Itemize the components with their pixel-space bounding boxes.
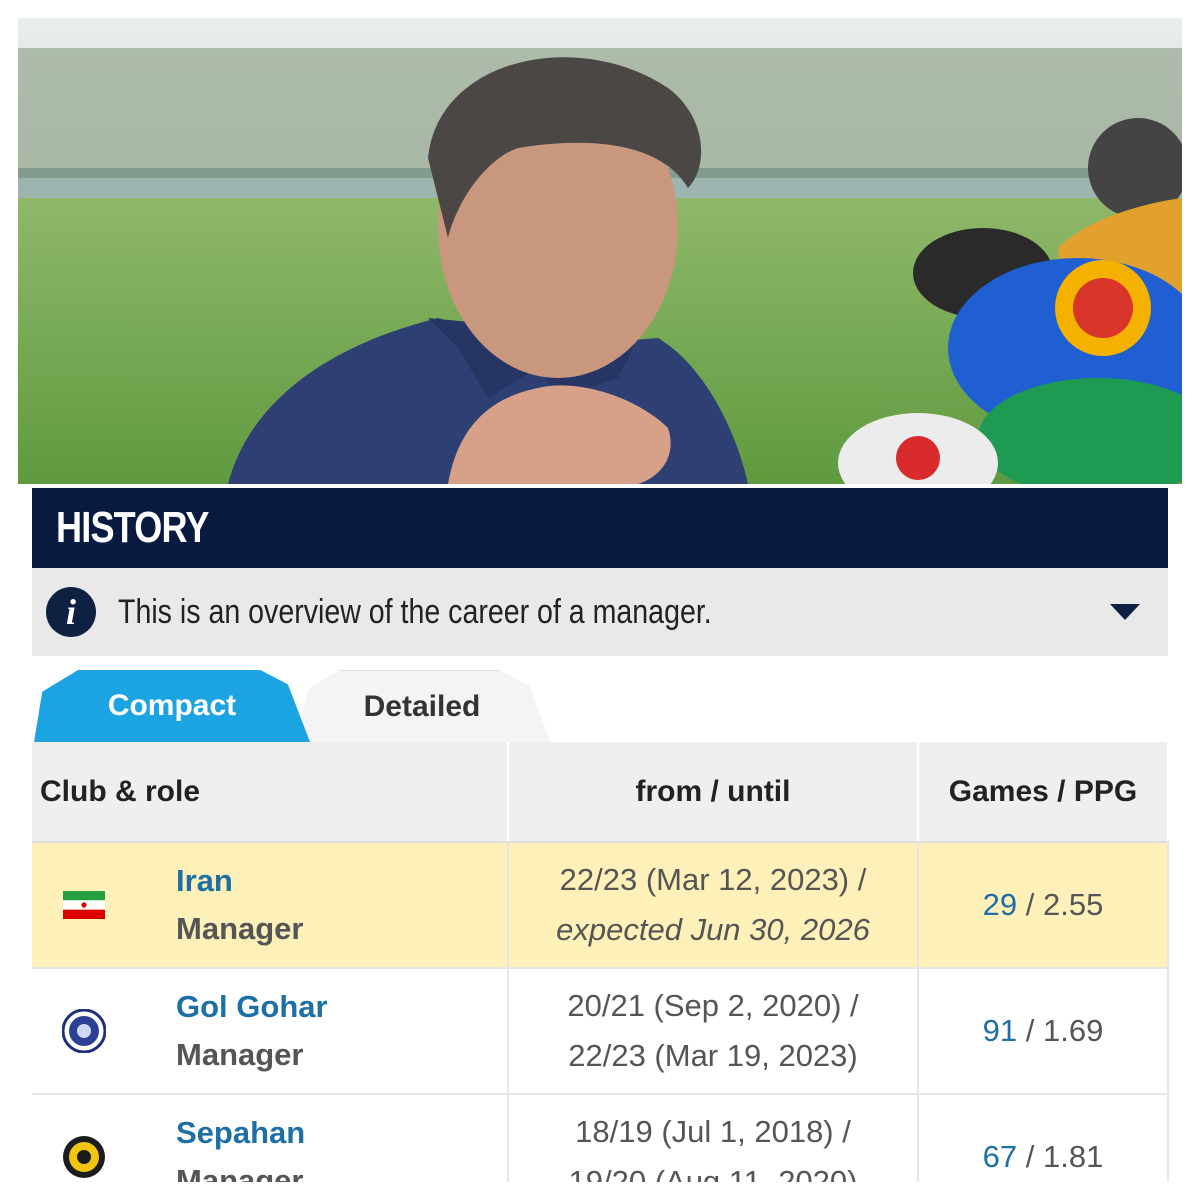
manager-photo bbox=[18, 18, 1182, 484]
dates-cell: 20/21 (Sep 2, 2020) / 22/23 (Mar 19, 202… bbox=[508, 968, 919, 1095]
view-tabs: Detailed Compact bbox=[32, 656, 1168, 742]
column-header-club-role[interactable]: Club & role bbox=[32, 742, 509, 843]
table-row: Iran Manager 22/23 (Mar 12, 2023) / expe… bbox=[32, 842, 1169, 969]
table-row: Sepahan Manager 18/19 (Jul 1, 2018) / 19… bbox=[32, 1094, 1169, 1182]
club-role: Manager bbox=[176, 1037, 304, 1072]
ppg-value: / 1.69 bbox=[1025, 1013, 1104, 1048]
chevron-down-icon[interactable] bbox=[1110, 604, 1140, 620]
date-until: expected Jun 30, 2026 bbox=[556, 912, 870, 947]
sepahan-crest-icon[interactable] bbox=[62, 1135, 106, 1179]
career-table: Club & role from / until Games / PPG Ira… bbox=[32, 742, 1169, 1182]
games-cell: 29 / 2.55 bbox=[918, 842, 1169, 969]
club-role-cell: Gol Gohar Manager bbox=[32, 968, 509, 1095]
ppg-value: / 1.81 bbox=[1025, 1139, 1104, 1174]
history-panel: HISTORY i This is an overview of the car… bbox=[32, 488, 1169, 1182]
date-until: 19/20 (Aug 11, 2020) bbox=[568, 1164, 858, 1182]
games-cell: 67 / 1.81 bbox=[918, 1094, 1169, 1182]
history-title: HISTORY bbox=[56, 503, 209, 552]
history-header: HISTORY bbox=[32, 488, 1168, 568]
games-count-link[interactable]: 29 bbox=[983, 887, 1017, 922]
info-bar[interactable]: i This is an overview of the career of a… bbox=[32, 568, 1168, 656]
table-header-row: Club & role from / until Games / PPG bbox=[32, 742, 1169, 843]
column-header-games-ppg[interactable]: Games / PPG bbox=[918, 742, 1169, 843]
table-row: Gol Gohar Manager 20/21 (Sep 2, 2020) / … bbox=[32, 968, 1169, 1095]
games-count-link[interactable]: 67 bbox=[983, 1139, 1017, 1174]
iran-flag-icon[interactable] bbox=[62, 883, 106, 927]
info-text: This is an overview of the career of a m… bbox=[118, 592, 712, 631]
page-frame: HISTORY i This is an overview of the car… bbox=[18, 18, 1182, 1182]
club-role-cell: Sepahan Manager bbox=[32, 1094, 509, 1182]
tab-detailed[interactable]: Detailed bbox=[294, 670, 550, 742]
date-from: 18/19 (Jul 1, 2018) / bbox=[575, 1114, 851, 1149]
club-role-cell: Iran Manager bbox=[32, 842, 509, 969]
date-from: 20/21 (Sep 2, 2020) / bbox=[567, 988, 859, 1023]
date-from: 22/23 (Mar 12, 2023) / bbox=[559, 862, 867, 897]
club-name-link[interactable]: Iran bbox=[176, 857, 303, 905]
tab-compact[interactable]: Compact bbox=[34, 670, 310, 742]
date-until: 22/23 (Mar 19, 2023) bbox=[568, 1038, 858, 1073]
club-name-link[interactable]: Gol Gohar bbox=[176, 983, 328, 1031]
games-count-link[interactable]: 91 bbox=[983, 1013, 1017, 1048]
column-header-from-until[interactable]: from / until bbox=[508, 742, 919, 843]
club-role: Manager bbox=[176, 911, 304, 946]
gol-gohar-crest-icon[interactable] bbox=[62, 1009, 106, 1053]
club-role: Manager bbox=[176, 1163, 304, 1182]
dates-cell: 22/23 (Mar 12, 2023) / expected Jun 30, … bbox=[508, 842, 919, 969]
club-name-link[interactable]: Sepahan bbox=[176, 1109, 305, 1157]
info-icon: i bbox=[46, 587, 96, 637]
ppg-value: / 2.55 bbox=[1025, 887, 1104, 922]
dates-cell: 18/19 (Jul 1, 2018) / 19/20 (Aug 11, 202… bbox=[508, 1094, 919, 1182]
games-cell: 91 / 1.69 bbox=[918, 968, 1169, 1095]
